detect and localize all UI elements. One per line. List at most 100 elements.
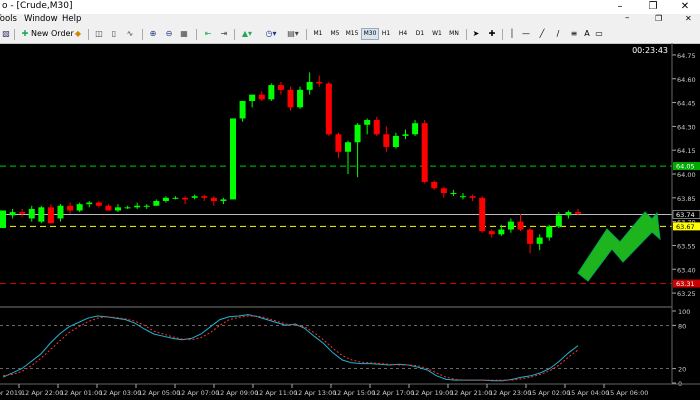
zoom-in-icon[interactable]: ⊕ (147, 28, 159, 40)
price-tick-label: 63.25 (677, 290, 696, 298)
candle-body (421, 123, 428, 182)
tf-w1[interactable]: W1 (429, 29, 445, 39)
cursor-icon[interactable]: ➤ (470, 28, 482, 40)
fibonacci-icon[interactable]: ≡ (568, 28, 580, 40)
tf-m1[interactable]: M1 (310, 29, 326, 39)
price-tick-label: 64.15 (677, 147, 696, 155)
tf-mn[interactable]: MN (446, 29, 462, 39)
vertical-line-icon[interactable]: │ (506, 28, 518, 40)
time-label: 15 Apr 02:00 (528, 389, 570, 397)
price-label: 63.31 (676, 280, 695, 288)
indicators-icon[interactable]: ▲▾ (238, 28, 256, 40)
time-label: 12 Apr 23:00 (489, 389, 531, 397)
new-order-button[interactable]: New Order (31, 28, 74, 40)
candle-body (517, 221, 524, 230)
tf-m5[interactable]: M5 (327, 29, 343, 39)
zoom-out-icon[interactable]: ⊖ (163, 28, 175, 40)
candle-body (9, 212, 16, 216)
tf-m15[interactable]: M15 (344, 29, 360, 39)
candle-body (201, 196, 208, 198)
horizontal-line-icon[interactable]: — (520, 28, 532, 40)
candle-body (143, 205, 150, 207)
price-tick-label: 63.40 (677, 266, 696, 274)
child-close-button[interactable]: ✕ (685, 14, 692, 23)
candle-body (239, 100, 246, 119)
child-minimize-button[interactable]: – (625, 13, 630, 23)
new-order-icon[interactable]: ✚ (20, 28, 30, 40)
menu-window[interactable]: Window (24, 14, 58, 24)
templates-icon[interactable]: ▤▾ (284, 28, 302, 40)
tf-d1[interactable]: D1 (412, 29, 428, 39)
candle-body (575, 212, 581, 214)
price-tick-label: 64.00 (677, 171, 696, 179)
candle-body (527, 229, 534, 244)
candle-body (354, 124, 361, 143)
text-tool-icon[interactable]: A (582, 28, 592, 40)
candle-body (105, 205, 112, 211)
menu-bar: Tools Window Help – ❐ ✕ (0, 13, 700, 26)
candle-body (431, 181, 438, 189)
candle-body (19, 212, 26, 214)
candle-body (182, 197, 189, 200)
window-title: o - [Crude,M30] (2, 1, 73, 11)
trendline-icon[interactable]: ╱ (536, 28, 548, 40)
menu-help[interactable]: Help (62, 14, 81, 24)
bar-chart-icon[interactable]: ◫ (93, 28, 105, 40)
candle-body (162, 197, 169, 201)
time-label: 12 Apr 05:00 (138, 389, 180, 397)
close-button[interactable]: ✕ (670, 0, 700, 14)
candle-body (536, 237, 543, 244)
tf-h4[interactable]: H4 (395, 29, 411, 39)
price-tick-label: 63.85 (677, 195, 696, 203)
time-label: 12 Apr 22:00 (21, 389, 63, 397)
oscillator-tick-label: 20 (678, 366, 686, 374)
candle-body (383, 134, 390, 148)
price-tick-label: 64.60 (677, 76, 696, 84)
price-axis: 64.7564.6064.4564.3064.1564.0063.8563.70… (672, 52, 696, 298)
chart-area[interactable]: 64.7564.6064.4564.3064.1564.0063.8563.70… (0, 43, 700, 400)
toolbar: ▧ ✚ New Order ◆ ◫ ▯ ∿ ⊕ ⊖ ▦ ⇤ ⇥ ▲▾ ◷▾ ▤▾… (0, 26, 700, 44)
candle-body (47, 207, 54, 224)
time-label: 12 Apr 19:00 (411, 389, 453, 397)
label-tool-icon[interactable]: ▭ (594, 28, 604, 40)
tile-windows-icon[interactable]: ▦ (178, 28, 190, 40)
restore-button[interactable]: ❐ (638, 0, 668, 14)
candle-body (86, 202, 93, 205)
candle-body (460, 196, 466, 198)
candle-body (57, 205, 64, 219)
candle-body (0, 210, 6, 228)
time-label: 12 Apr 17:00 (372, 389, 414, 397)
candle-body (258, 94, 265, 100)
minimize-button[interactable]: – (605, 0, 635, 14)
time-label: 12 Apr 09:00 (216, 389, 258, 397)
channel-icon[interactable]: ∕ (552, 28, 564, 40)
candle-body (134, 205, 141, 208)
candle-body (277, 85, 284, 90)
candle-body (220, 199, 227, 201)
candle-body (335, 134, 342, 152)
auto-scroll-icon[interactable]: ⇤ (202, 28, 214, 40)
candle-body (555, 215, 562, 227)
tf-m30[interactable]: M30 (361, 28, 379, 40)
profiles-icon[interactable]: ▧ (0, 28, 12, 40)
bar-countdown: 00:23:43 (632, 46, 668, 55)
child-restore-button[interactable]: ❐ (655, 14, 662, 23)
periods-icon[interactable]: ◷▾ (262, 28, 280, 40)
time-label: 12 Apr 01:00 (60, 389, 102, 397)
candle-body (469, 196, 476, 198)
candle-body (191, 196, 198, 198)
tf-h1[interactable]: H1 (378, 29, 394, 39)
candle-body (95, 202, 102, 206)
crosshair-icon[interactable]: ✚ (486, 28, 498, 40)
autotrading-icon[interactable]: ◆ (72, 28, 84, 40)
chart-shift-icon[interactable]: ⇥ (218, 28, 230, 40)
candlestick-icon[interactable]: ▯ (108, 28, 120, 40)
candle-body (230, 118, 236, 200)
time-label: 15 Apr 04:00 (567, 389, 609, 397)
candle-body (210, 197, 217, 201)
candle-body (76, 204, 83, 211)
time-label: 12 Apr 03:00 (99, 389, 141, 397)
candle-body (546, 226, 553, 238)
line-chart-icon[interactable]: ∿ (124, 28, 136, 40)
menu-tools[interactable]: Tools (0, 14, 17, 24)
